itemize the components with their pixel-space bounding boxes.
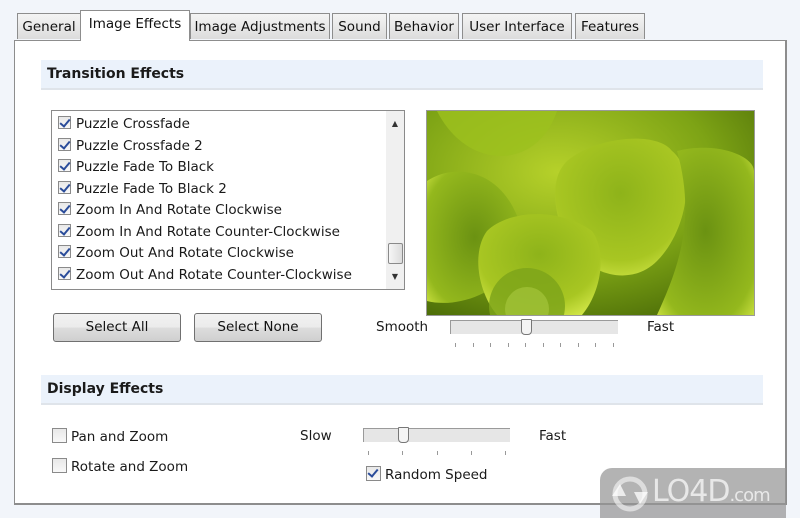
checkbox-label: Rotate and Zoom	[71, 459, 189, 475]
slider-tick	[470, 451, 472, 455]
slider-tick	[455, 343, 456, 347]
list-item-label: Puzzle Crossfade	[76, 116, 190, 132]
checkbox[interactable]	[58, 116, 71, 129]
checkbox[interactable]	[52, 458, 67, 473]
slider-tick	[505, 451, 506, 455]
succulent-photo	[427, 111, 754, 315]
checkbox-label: Random Speed	[385, 467, 488, 483]
display-speed-max-label: Fast	[539, 428, 567, 444]
list-item-label: Puzzle Crossfade 2	[76, 137, 203, 154]
slider-tick	[560, 343, 562, 347]
checkbox[interactable]	[58, 266, 71, 280]
transition-speed-slider[interactable]	[450, 319, 618, 335]
slider-tick	[577, 343, 579, 347]
scroll-thumb[interactable]	[388, 243, 403, 264]
list-item-label: Puzzle Fade To Black 2	[76, 180, 227, 197]
slider-tick	[368, 451, 369, 455]
checkbox[interactable]	[58, 159, 71, 172]
rotate-and-zoom-checkbox[interactable]: Rotate and Zoom	[52, 458, 188, 475]
transition-speed-max-label: Fast	[647, 319, 675, 335]
list-item-label: Puzzle Fade To Black	[76, 159, 214, 175]
list-item-label: Zoom In And Rotate Clockwise	[76, 202, 282, 218]
lo4d-logo-icon	[612, 476, 648, 512]
tab-features[interactable]: Features	[575, 13, 645, 39]
slider-tick	[490, 343, 492, 347]
list-item-label: Zoom In And Rotate Counter-Clockwise	[76, 223, 340, 240]
slider-tick	[507, 343, 509, 347]
checkbox[interactable]	[58, 137, 71, 151]
transition-effects-list[interactable]: Puzzle Crossfade Puzzle Crossfade 2 Puzz…	[51, 110, 405, 290]
checkbox-label: Pan and Zoom	[71, 429, 169, 445]
list-item[interactable]: Zoom In And Rotate Clockwise	[58, 200, 282, 220]
scroll-up-arrow-icon[interactable]: ▲	[386, 115, 404, 132]
checkbox[interactable]	[52, 428, 67, 443]
select-all-button[interactable]: Select All	[53, 313, 181, 342]
slider-tick	[613, 343, 614, 347]
list-item[interactable]: Puzzle Crossfade	[58, 114, 190, 134]
transition-effects-header: Transition Effects	[41, 60, 763, 90]
slider-tick	[525, 343, 527, 347]
transition-speed-min-label: Smooth	[376, 319, 429, 335]
list-item[interactable]: Puzzle Crossfade 2	[58, 136, 203, 156]
slider-thumb[interactable]	[398, 427, 410, 443]
lo4d-watermark: LO4D.com	[600, 468, 786, 518]
display-speed-min-label: Slow	[300, 428, 332, 444]
tab-image-adjustments[interactable]: Image Adjustments	[190, 13, 330, 39]
pan-and-zoom-checkbox[interactable]: Pan and Zoom	[52, 428, 168, 445]
slider-tick	[472, 343, 474, 347]
list-item[interactable]: Zoom Out And Rotate Counter-Clockwise	[58, 265, 352, 285]
list-item-label: Zoom Out And Rotate Clockwise	[76, 245, 294, 261]
tab-image-effects[interactable]: Image Effects	[80, 10, 190, 41]
display-effects-header: Display Effects	[41, 375, 763, 405]
random-speed-checkbox[interactable]: Random Speed	[366, 466, 488, 483]
watermark-text: LO4D.com	[652, 474, 771, 509]
select-none-button[interactable]: Select None	[194, 313, 322, 342]
checkbox[interactable]	[366, 466, 381, 481]
slider-tick	[595, 343, 597, 347]
checkbox[interactable]	[58, 180, 71, 194]
checkbox[interactable]	[58, 202, 71, 215]
list-item[interactable]: Puzzle Fade To Black 2	[58, 179, 227, 199]
list-item[interactable]: Zoom In And Rotate Counter-Clockwise	[58, 222, 340, 242]
list-item[interactable]: Puzzle Fade To Black	[58, 157, 214, 177]
display-speed-slider[interactable]	[363, 427, 510, 443]
tab-behavior[interactable]: Behavior	[389, 13, 459, 39]
list-item-label: Zoom Out And Rotate Counter-Clockwise	[76, 266, 352, 283]
slider-tick	[542, 343, 544, 347]
slider-tick	[402, 451, 404, 455]
tab-user-interface[interactable]: User Interface	[462, 13, 572, 39]
transition-preview-image	[426, 110, 755, 316]
checkbox[interactable]	[58, 223, 71, 237]
tab-sound[interactable]: Sound	[332, 13, 387, 39]
list-item[interactable]: Zoom Out And Rotate Clockwise	[58, 243, 294, 263]
checkbox[interactable]	[58, 245, 71, 258]
tab-general[interactable]: General	[17, 13, 81, 39]
slider-thumb[interactable]	[520, 319, 532, 335]
slider-tick	[436, 451, 438, 455]
scroll-down-arrow-icon[interactable]: ▼	[386, 268, 404, 285]
list-scrollbar[interactable]: ▲ ▼	[386, 111, 404, 289]
